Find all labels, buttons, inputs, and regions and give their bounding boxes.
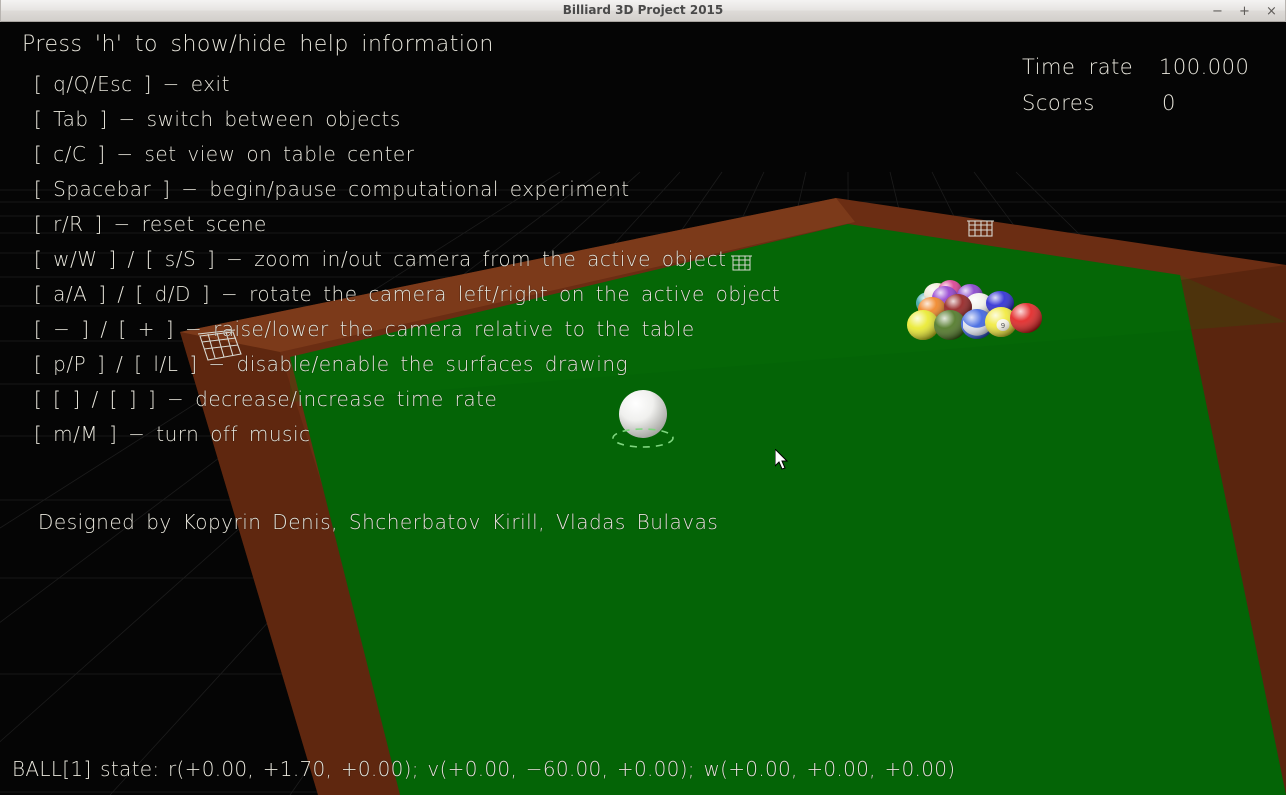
- billiard-3d-app-window: Billiard 3D Project 2015 − + × Press 'h'…: [0, 0, 1286, 795]
- ball-red: [1010, 303, 1042, 333]
- window-controls: − + ×: [1211, 0, 1278, 22]
- close-button[interactable]: ×: [1265, 4, 1278, 18]
- window-titlebar[interactable]: Billiard 3D Project 2015 − + ×: [0, 0, 1286, 22]
- window-title: Billiard 3D Project 2015: [562, 3, 724, 17]
- minimize-button[interactable]: −: [1211, 4, 1224, 18]
- gl-viewport[interactable]: 9 Press 'h' to show/hide help informatio…: [0, 22, 1286, 795]
- billiard-table-3d-scene: 9: [0, 22, 1286, 795]
- maximize-button[interactable]: +: [1238, 4, 1251, 18]
